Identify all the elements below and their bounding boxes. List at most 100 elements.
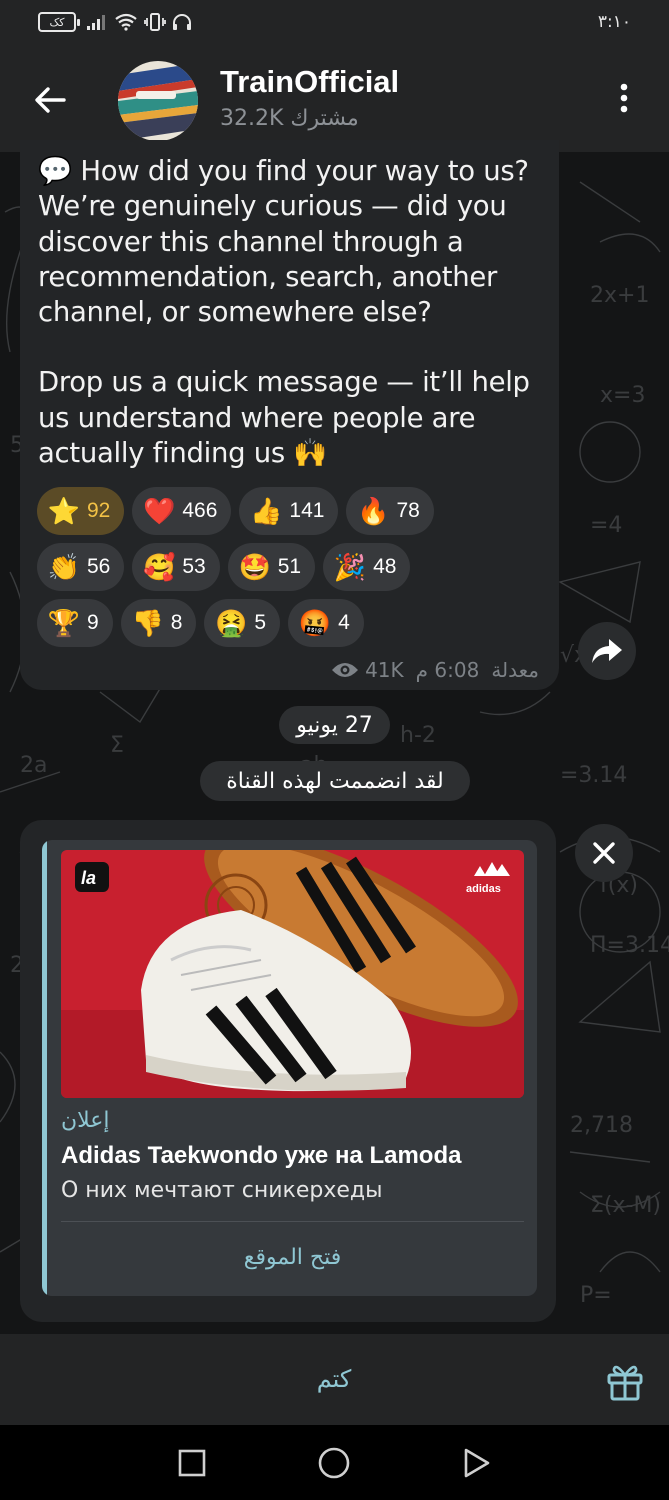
service-message: لقد انضممت لهذه القناة (200, 761, 470, 801)
system-navigation-bar (0, 1425, 669, 1500)
reaction-count: 51 (277, 555, 302, 578)
reaction-vomit[interactable]: 🤮 5 (204, 599, 281, 647)
share-arrow-icon (592, 639, 622, 663)
ad-card[interactable]: la adidas إعلان Adidas Taekwondo уже на … (42, 840, 537, 1296)
share-button[interactable] (578, 622, 636, 680)
ad-image[interactable]: la adidas (61, 850, 524, 1098)
fire-icon: 🔥 (357, 495, 390, 526)
reaction-count: 466 (182, 499, 218, 522)
reaction-count: 8 (170, 611, 183, 634)
svg-text:x=3: x=3 (600, 383, 645, 408)
back-button[interactable] (30, 80, 70, 120)
vomit-face-icon: 🤮 (215, 607, 248, 638)
smiling-hearts-icon: 🥰 (143, 551, 176, 582)
reaction-thumbs-up[interactable]: 👍 141 (239, 487, 339, 535)
edited-label: معدلة (491, 658, 539, 682)
star-struck-icon: 🤩 (238, 551, 271, 582)
home-button[interactable] (314, 1443, 354, 1483)
svg-text:Σ(x-M): Σ(x-M) (590, 1193, 661, 1218)
svg-text:h-2: h-2 (400, 723, 436, 748)
thumbs-up-icon: 👍 (250, 495, 283, 526)
post-paragraph-1: 💬 How did you find your way to us? We’re… (38, 155, 529, 329)
views-value: 41K (365, 658, 404, 682)
more-vertical-icon (620, 83, 628, 113)
square-icon (178, 1449, 206, 1477)
reaction-count: 53 (182, 555, 206, 578)
reaction-count: 78 (396, 499, 420, 522)
post-text: 💬 How did you find your way to us? We’re… (38, 154, 548, 471)
mute-button[interactable]: كتم (234, 1356, 434, 1402)
ad-description: О них мечтают сникерхеды (61, 1178, 383, 1203)
reaction-count: 48 (373, 555, 397, 578)
svg-text:Π=3.14: Π=3.14 (590, 933, 669, 958)
bottom-bar: كتم (0, 1334, 669, 1425)
open-website-button[interactable]: فتح الموقع (61, 1224, 524, 1290)
reaction-heart[interactable]: ❤️ 466 (132, 487, 232, 535)
reaction-count: 56 (87, 555, 111, 578)
svg-text:=3.14: =3.14 (560, 763, 627, 788)
reaction-count: 9 (87, 611, 99, 634)
post-time: 6:08 م (415, 658, 480, 682)
star-icon: ⭐ (47, 495, 81, 526)
close-ad-button[interactable] (575, 824, 633, 882)
reaction-smiling-hearts[interactable]: 🥰 53 (132, 543, 220, 591)
reaction-count: 92 (87, 499, 111, 522)
channel-title[interactable]: TrainOfficial (220, 64, 399, 100)
post-paragraph-2: Drop us a quick message — it’ll help us … (38, 366, 530, 470)
reaction-party[interactable]: 🎉 48 (323, 543, 411, 591)
reaction-star[interactable]: ⭐ 92 (37, 487, 125, 535)
wifi-icon (115, 13, 137, 31)
back-nav-button[interactable] (456, 1443, 496, 1483)
battery-icon: کک (38, 12, 80, 32)
svg-text:2x+1: 2x+1 (590, 283, 649, 308)
ad-label: إعلان (61, 1108, 110, 1133)
reaction-clap[interactable]: 👏 56 (37, 543, 125, 591)
arrow-left-icon (35, 87, 66, 113)
channel-post[interactable]: 💬 How did you find your way to us? We’re… (20, 140, 559, 690)
triangle-play-icon (464, 1448, 490, 1478)
sponsored-message: la adidas إعلان Adidas Taekwondo уже на … (20, 820, 556, 1322)
date-separator: 27 يونيو (279, 706, 390, 744)
reaction-count: 5 (254, 611, 267, 634)
headphones-icon (173, 14, 191, 30)
recents-button[interactable] (172, 1443, 212, 1483)
channel-avatar[interactable] (118, 61, 198, 141)
svg-text:2a: 2a (20, 753, 47, 778)
reaction-count: 4 (338, 611, 350, 634)
clock: ٣:١٠ (597, 12, 631, 32)
reaction-fire[interactable]: 🔥 78 (346, 487, 434, 535)
status-icon-group (86, 13, 192, 31)
signal-icon (87, 15, 105, 30)
reaction-star-struck[interactable]: 🤩 51 (227, 543, 316, 591)
trophy-icon: 🏆 (47, 607, 81, 638)
eye-icon (332, 663, 359, 677)
svg-text:Σ: Σ (110, 733, 124, 758)
lamoda-logo: la (81, 868, 96, 888)
cursing-face-icon: 🤬 (298, 607, 332, 638)
gift-icon (607, 1365, 643, 1401)
reaction-count: 141 (289, 499, 325, 522)
heart-icon: ❤️ (143, 495, 176, 526)
status-bar: کک ٣:١٠ (0, 0, 669, 44)
vibrate-icon (144, 13, 166, 31)
gift-button[interactable] (604, 1360, 646, 1402)
svg-text:P=: P= (580, 1283, 612, 1308)
ad-title: Adidas Taekwondo уже на Lamoda (61, 1142, 462, 1169)
svg-text:=4: =4 (590, 513, 622, 538)
thumbs-down-icon: 👎 (131, 607, 164, 638)
party-popper-icon: 🎉 (333, 551, 367, 582)
status-icons-left: کک (38, 12, 192, 32)
chat-header: TrainOfficial 32.2K مشترك (0, 44, 669, 152)
close-icon (593, 842, 615, 864)
circle-icon (318, 1447, 350, 1479)
more-menu-button[interactable] (610, 78, 638, 118)
subscriber-count: 32.2K مشترك (220, 106, 359, 131)
reaction-trophy[interactable]: 🏆 9 (37, 599, 113, 647)
view-count: 41K (331, 658, 404, 682)
adidas-logo: adidas (466, 883, 501, 895)
post-meta: 41K 6:08 م معدلة (331, 658, 539, 682)
divider (61, 1221, 524, 1222)
clap-icon: 👏 (47, 551, 81, 582)
reaction-cursing[interactable]: 🤬 4 (288, 599, 364, 647)
reaction-thumbs-down[interactable]: 👎 8 (120, 599, 197, 647)
